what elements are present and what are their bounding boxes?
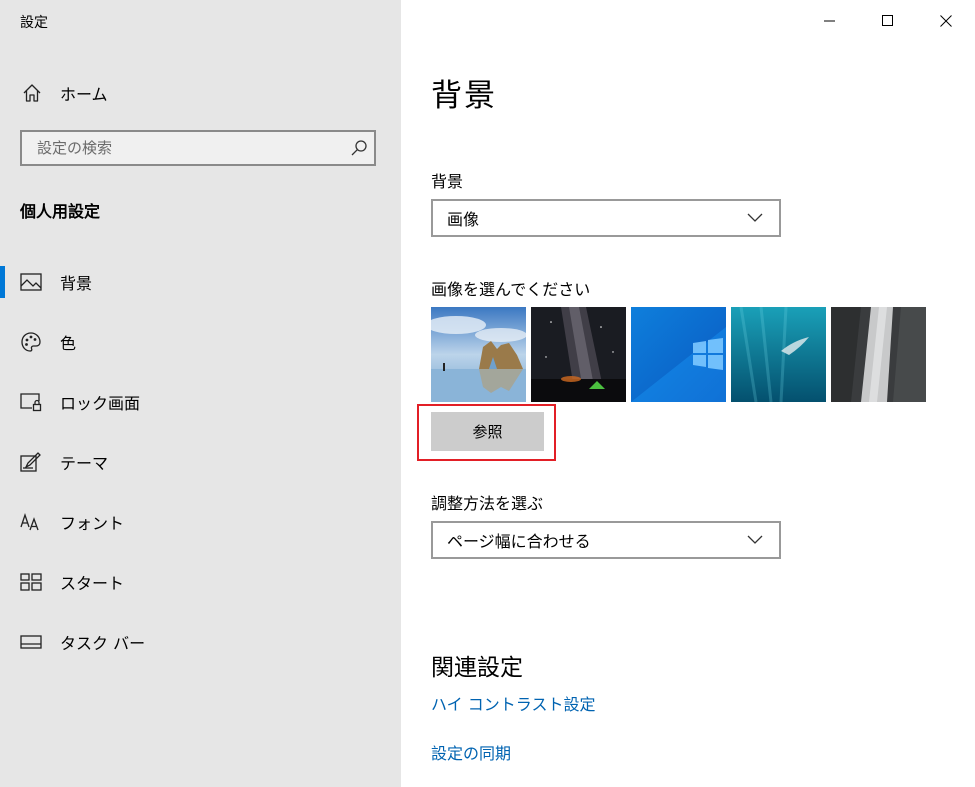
main-pane: 背景 背景 画像 画像を選んでください 調整方法を選ぶ ページ幅に合わせる 関連…	[401, 0, 975, 787]
milky-way-thumbnail[interactable]	[531, 307, 626, 402]
image-icon	[20, 271, 42, 293]
fit-dropdown-value: ページ幅に合わせる	[447, 532, 591, 551]
background-dropdown-value: 画像	[447, 210, 480, 229]
sidebar-item-background[interactable]: 背景	[0, 252, 401, 312]
underwater-swimmer-thumbnail[interactable]	[731, 307, 826, 402]
picture-thumbnails	[431, 307, 926, 402]
sidebar-item-color[interactable]: 色	[0, 312, 401, 372]
chevron-down-icon	[747, 213, 763, 223]
sidebar-item-label: テーマ	[60, 454, 109, 473]
related-settings-title: 関連設定	[431, 655, 523, 681]
fit-label: 調整方法を選ぶ	[431, 494, 544, 513]
close-icon	[940, 12, 952, 31]
window-title: 設定	[20, 15, 48, 31]
taskbar-icon	[20, 631, 42, 653]
minimize-button[interactable]	[801, 0, 859, 42]
sea-arch-thumbnail[interactable]	[431, 307, 526, 402]
sidebar-nav: 背景 色 ロック画面 テーマ フォント スタート タスク バー	[0, 252, 401, 672]
search-box[interactable]	[20, 130, 376, 166]
lock-screen-icon	[20, 391, 42, 413]
sidebar-item-label: 色	[60, 334, 77, 353]
sidebar-item-label: フォント	[60, 514, 125, 533]
start-icon	[20, 571, 42, 593]
sidebar-item-label: スタート	[60, 574, 125, 593]
high-contrast-link[interactable]: ハイ コントラスト設定	[431, 691, 595, 715]
chevron-down-icon	[747, 535, 763, 545]
sidebar-item-lock-screen[interactable]: ロック画面	[0, 372, 401, 432]
sidebar-item-label: タスク バー	[60, 634, 146, 653]
close-button[interactable]	[917, 0, 975, 42]
selected-indicator	[0, 266, 5, 298]
sidebar-item-taskbar[interactable]: タスク バー	[0, 612, 401, 672]
sidebar-item-label: 背景	[60, 274, 93, 293]
font-icon	[20, 511, 42, 533]
sync-settings-link[interactable]: 設定の同期	[431, 740, 511, 764]
browse-button[interactable]: 参照	[431, 412, 544, 451]
home-label: ホーム	[60, 85, 108, 104]
theme-icon	[20, 451, 42, 473]
section-title: 個人用設定	[20, 202, 101, 221]
home-icon	[20, 81, 44, 105]
windows-logo-thumbnail[interactable]	[631, 307, 726, 402]
palette-icon	[20, 331, 42, 353]
search-input[interactable]	[22, 132, 344, 164]
cliff-thumbnail[interactable]	[831, 307, 926, 402]
sidebar-item-start[interactable]: スタート	[0, 552, 401, 612]
sidebar-item-font[interactable]: フォント	[0, 492, 401, 552]
fit-dropdown[interactable]: ページ幅に合わせる	[431, 521, 781, 559]
home-button[interactable]: ホーム	[20, 78, 108, 108]
sidebar-item-theme[interactable]: テーマ	[0, 432, 401, 492]
page-title: 背景	[431, 78, 497, 114]
search-icon[interactable]	[344, 132, 374, 164]
background-label: 背景	[431, 172, 464, 191]
background-dropdown[interactable]: 画像	[431, 199, 781, 237]
maximize-button[interactable]	[859, 0, 917, 42]
minimize-icon	[824, 12, 836, 31]
sidebar-item-label: ロック画面	[60, 394, 141, 413]
settings-window: 設定 ホーム 個人用設定 背景	[0, 0, 975, 787]
sidebar: 設定 ホーム 個人用設定 背景	[0, 0, 401, 787]
choose-picture-label: 画像を選んでください	[431, 280, 591, 299]
maximize-icon	[882, 12, 894, 31]
